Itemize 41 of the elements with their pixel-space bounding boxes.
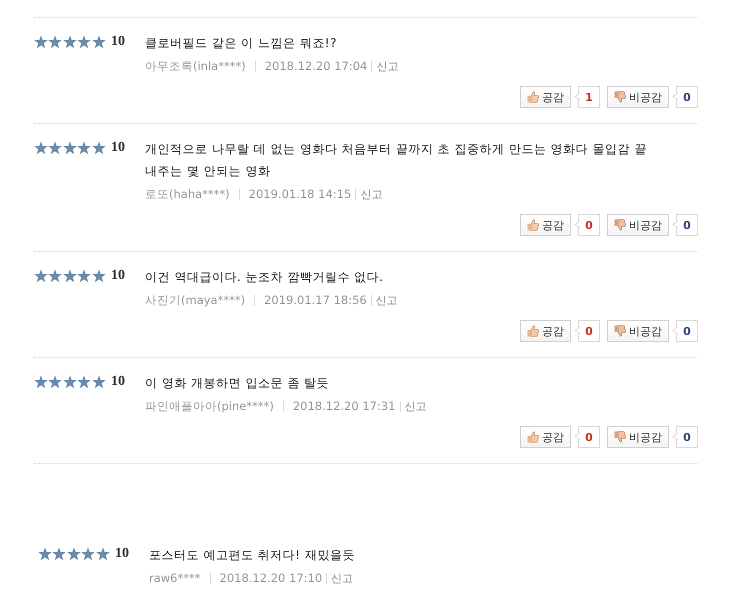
rating-score: 10 (110, 139, 126, 157)
review-date: 2019.01.18 14:15 (248, 187, 352, 201)
review-text: 포스터도 예고편도 취저다! 재밌을듯 (149, 547, 356, 564)
rating-score: 10 (114, 545, 130, 563)
dislike-button[interactable]: 비공감 (607, 320, 669, 342)
dislike-button[interactable]: 비공감 (607, 426, 669, 448)
review-date: 2018.12.20 17:10 (220, 571, 322, 585)
report-link[interactable]: 신고 (331, 570, 354, 586)
review-date: 2019.01.17 18:56 (264, 293, 367, 307)
review-text: 개인적으로 나무랄 데 없는 영화다 처음부터 끝까지 초 집중하게 만드는 영화다 몰입감 끝내주는 몇 안되는 영화 (145, 141, 648, 180)
dislike-button[interactable]: 비공감 (607, 86, 669, 108)
report-link[interactable]: 신고 (360, 186, 382, 202)
review-author: 파인애플아아(pine****) (145, 398, 274, 414)
review-author: 사진기(maya****) (145, 292, 246, 308)
like-button[interactable]: 공감 (520, 86, 571, 108)
dislike-button[interactable]: 비공감 (607, 214, 669, 236)
thumbs-down-icon (614, 325, 626, 337)
review-text: 이건 역대급이다. 눈조차 깜빡거릴수 없다. (145, 269, 384, 286)
thumbs-up-icon (527, 431, 539, 443)
report-link[interactable]: 신고 (376, 58, 398, 74)
review-date: 2018.12.20 17:31 (292, 399, 396, 413)
like-button[interactable]: 공감 (520, 214, 571, 236)
review-date: 2018.12.20 17:04 (264, 59, 368, 73)
review-author: 아무조록(inla****) (145, 58, 246, 74)
thumbs-up-icon (527, 91, 539, 103)
review-author: raw6**** (149, 571, 200, 585)
review-text: 이 영화 개봉하면 입소문 좀 탈듯 (145, 375, 330, 392)
report-link[interactable]: 신고 (376, 292, 398, 308)
thumbs-up-icon (527, 325, 539, 337)
review-text: 클로버필드 같은 이 느낌은 뭐죠!? (145, 35, 338, 52)
thumbs-down-icon (614, 91, 626, 103)
like-button[interactable]: 공감 (520, 426, 571, 448)
report-link[interactable]: 신고 (404, 398, 426, 414)
rating-score: 10 (110, 267, 126, 285)
rating-score: 10 (110, 373, 126, 391)
rating-score: 10 (110, 33, 126, 51)
thumbs-down-icon (614, 219, 626, 231)
thumbs-down-icon (614, 431, 626, 443)
thumbs-up-icon (527, 219, 539, 231)
like-button[interactable]: 공감 (520, 320, 571, 342)
review-author: 로또(haha****) (145, 186, 230, 202)
